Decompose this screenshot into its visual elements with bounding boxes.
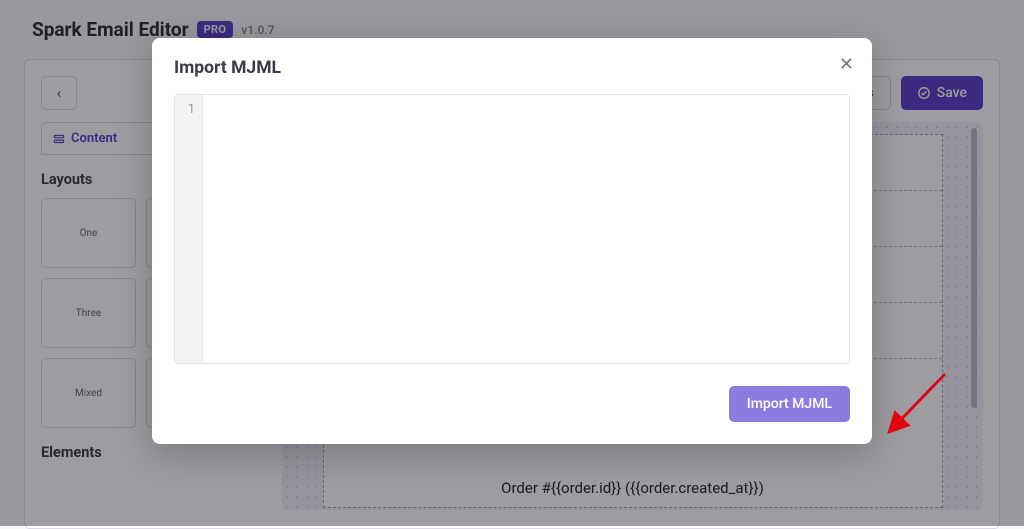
close-icon: ✕ [839, 54, 854, 75]
editor-gutter: 1 [175, 95, 203, 363]
gutter-line-number: 1 [175, 101, 195, 119]
modal-close-button[interactable]: ✕ [839, 54, 854, 75]
modal-overlay[interactable]: ✕ Import MJML 1 Import MJML [0, 0, 1024, 526]
modal-title: Import MJML [174, 58, 850, 78]
import-mjml-modal: ✕ Import MJML 1 Import MJML [152, 38, 872, 444]
code-textarea[interactable] [203, 95, 849, 363]
import-mjml-button[interactable]: Import MJML [729, 386, 850, 422]
annotation-arrow-icon [877, 368, 957, 448]
mjml-code-editor[interactable]: 1 [174, 94, 850, 364]
